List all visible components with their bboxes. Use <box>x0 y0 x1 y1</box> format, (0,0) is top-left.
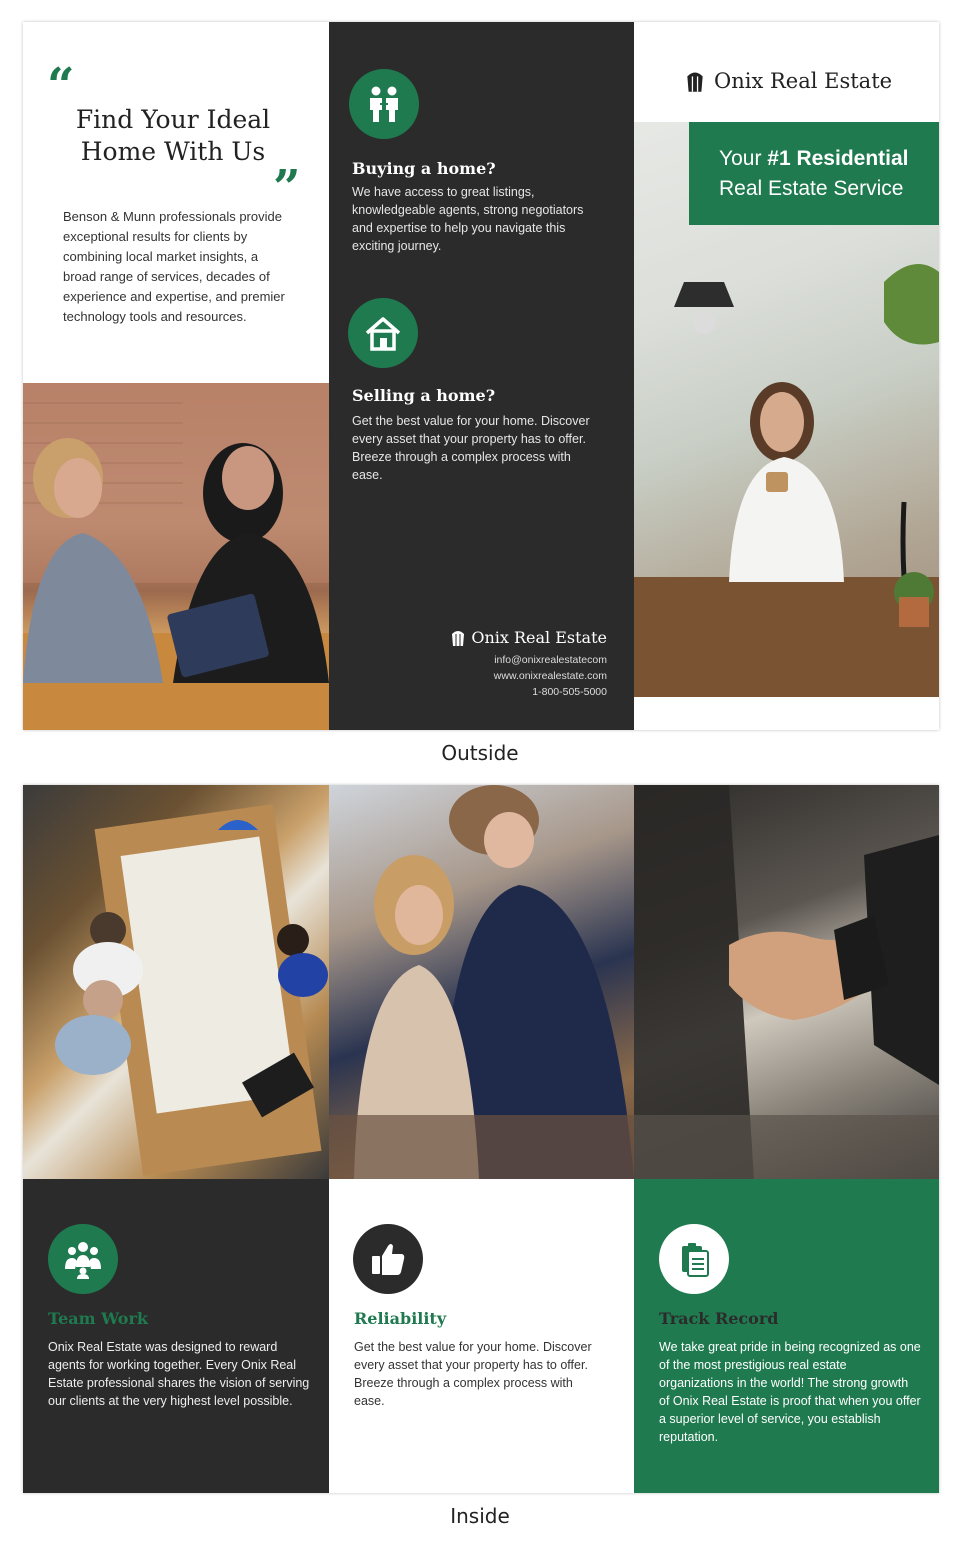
cover-brand: Onix Real Estate <box>686 69 892 93</box>
meeting-photo-illustration <box>23 383 329 730</box>
outside-caption: Outside <box>441 741 519 765</box>
building-logo-icon <box>687 72 703 92</box>
inside-panel-team: Team Work Onix Real Estate was designed … <box>23 785 329 1493</box>
track-record-box: Track Record We take great pride in bein… <box>634 1179 939 1493</box>
quote-close-icon: ” <box>273 160 301 216</box>
house-icon <box>348 298 418 368</box>
contact-phone: 1-800-505-5000 <box>532 686 607 698</box>
clipboard-icon <box>659 1224 729 1294</box>
cover-tagline-line1: Your #1 Residential <box>719 144 939 174</box>
cover-brand-name: Onix Real Estate <box>714 69 893 93</box>
women-photo <box>329 785 634 1179</box>
cover-tagline-prefix: Your <box>719 147 768 170</box>
cover-tagline-box: Your #1 Residential Real Estate Service <box>689 122 939 225</box>
outside-panel-cover: Onix Real Estate Your #1 Residential Rea… <box>634 22 939 730</box>
team-photo <box>23 785 329 1179</box>
track-record-text: We take great pride in being recognized … <box>659 1340 921 1444</box>
team-title: Team Work <box>48 1309 148 1328</box>
cover-tagline-bold: #1 Residential <box>767 147 909 170</box>
handshake-photo <box>634 785 939 1179</box>
selling-title: Selling a home? <box>352 386 496 405</box>
intro-headline: Find Your Ideal Home With Us <box>63 104 283 168</box>
reliability-text: Get the best value for your home. Discov… <box>354 1340 592 1408</box>
outside-panel-services: Buying a home? We have access to great l… <box>329 22 634 730</box>
intro-body: Benson & Munn professionals provide exce… <box>63 209 285 324</box>
people-icon <box>349 69 419 139</box>
inside-caption: Inside <box>450 1504 510 1528</box>
team-text: Onix Real Estate was designed to reward … <box>48 1340 310 1408</box>
meeting-photo <box>23 383 329 730</box>
inside-sheet: Team Work Onix Real Estate was designed … <box>23 785 939 1493</box>
quote-open-icon: “ <box>47 58 75 114</box>
building-logo-icon <box>452 630 465 646</box>
thumbs-up-icon <box>353 1224 423 1294</box>
team-box: Team Work Onix Real Estate was designed … <box>23 1179 329 1493</box>
group-icon <box>48 1224 118 1294</box>
cover-tagline-line2: Real Estate Service <box>719 177 904 200</box>
outside-sheet: “ Find Your Ideal Home With Us ” Benson … <box>23 22 939 730</box>
outside-panel-intro: “ Find Your Ideal Home With Us ” Benson … <box>23 22 329 730</box>
buying-text: We have access to great listings, knowle… <box>352 185 584 253</box>
intro-headline-line2: Home With Us <box>80 137 266 166</box>
handshake-photo-illustration <box>634 785 939 1179</box>
reliability-box: Reliability Get the best value for your … <box>329 1179 634 1493</box>
inside-panel-track-record: Track Record We take great pride in bein… <box>634 785 939 1493</box>
selling-text: Get the best value for your home. Discov… <box>352 414 590 482</box>
track-record-title: Track Record <box>659 1309 779 1328</box>
contact-brand: Onix Real Estate <box>451 628 607 647</box>
buying-title: Buying a home? <box>352 159 496 178</box>
contact-email[interactable]: info@onixrealestatecom <box>494 654 607 666</box>
team-photo-illustration <box>55 804 328 1176</box>
contact-brand-name: Onix Real Estate <box>471 628 607 647</box>
women-photo-illustration <box>329 785 634 1179</box>
inside-panel-reliability: Reliability Get the best value for your … <box>329 785 634 1493</box>
reliability-title: Reliability <box>354 1309 447 1328</box>
contact-website[interactable]: www.onixrealestate.com <box>494 670 607 682</box>
intro-headline-line1: Find Your Ideal <box>75 105 271 134</box>
